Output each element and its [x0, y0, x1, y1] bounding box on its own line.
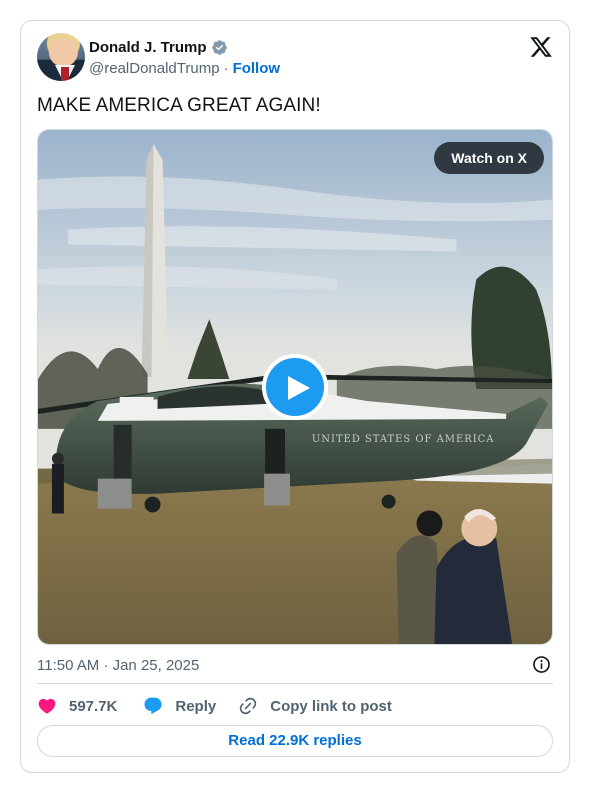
- video-player[interactable]: UNITED STATES OF AMERICA Watch on X: [37, 129, 553, 645]
- x-logo-icon[interactable]: [529, 35, 553, 59]
- helicopter-lettering: UNITED STATES OF AMERICA: [312, 434, 495, 445]
- link-icon: [238, 696, 258, 716]
- separator-dot: ·: [223, 59, 229, 77]
- heart-icon: [37, 696, 57, 716]
- user-info: Donald J. Trump @realDonaldTrump · Follo…: [89, 37, 280, 79]
- read-replies-button[interactable]: Read 22.9K replies: [37, 725, 553, 757]
- reply-label: Reply: [175, 697, 217, 715]
- reply-button[interactable]: Reply: [143, 696, 216, 716]
- like-count: 597.7K: [69, 697, 118, 715]
- tweet-text: MAKE AMERICA GREAT AGAIN!: [37, 95, 321, 116]
- follow-button[interactable]: Follow: [233, 60, 281, 77]
- copy-link-label: Copy link to post: [270, 697, 392, 715]
- verified-badge-icon: [211, 39, 228, 56]
- tweet-meta: 11:50 AM · Jan 25, 2025: [37, 655, 553, 675]
- name-row: Donald J. Trump: [89, 37, 280, 57]
- tweet-card: Donald J. Trump @realDonaldTrump · Follo…: [20, 20, 570, 773]
- watch-on-x-button[interactable]: Watch on X: [434, 142, 544, 174]
- author-handle[interactable]: @realDonaldTrump: [89, 60, 220, 77]
- author-name[interactable]: Donald J. Trump: [89, 39, 207, 56]
- like-button[interactable]: 597.7K: [37, 696, 117, 716]
- divider: [37, 683, 553, 684]
- play-icon: [288, 376, 310, 400]
- tweet-timestamp[interactable]: 11:50 AM · Jan 25, 2025: [37, 657, 199, 674]
- avatar[interactable]: [37, 33, 85, 81]
- avatar-tie: [61, 67, 69, 81]
- action-bar: 597.7K Reply Copy link to post: [37, 694, 553, 718]
- reply-bubble-icon: [143, 696, 163, 716]
- play-button[interactable]: [262, 354, 328, 420]
- info-icon[interactable]: [532, 655, 551, 674]
- handle-row: @realDonaldTrump · Follow: [89, 57, 280, 79]
- copy-link-button[interactable]: Copy link to post: [238, 696, 392, 716]
- tweet-header: Donald J. Trump @realDonaldTrump · Follo…: [37, 33, 553, 83]
